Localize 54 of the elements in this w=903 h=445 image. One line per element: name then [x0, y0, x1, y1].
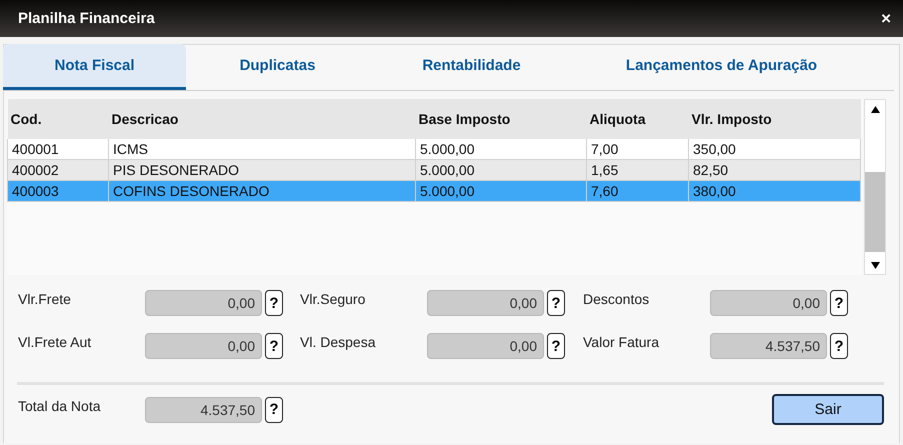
table-cell: COFINS DESONERADO: [108, 180, 416, 202]
table-cell: 400003: [8, 180, 108, 202]
scroll-up-icon[interactable]: [870, 106, 880, 112]
column-header: Descricao: [108, 99, 416, 139]
table-cell: 7,00: [586, 139, 688, 160]
table-cell: 5.000,00: [416, 139, 586, 160]
field-label: Vlr.Seguro: [300, 290, 366, 307]
help-button[interactable]: ?: [265, 290, 283, 316]
input-field[interactable]: 0,00: [710, 290, 827, 316]
tab[interactable]: Lançamentos de Apuração: [574, 44, 869, 90]
table-cell: 400001: [8, 139, 108, 160]
input-field[interactable]: 4.537,50: [145, 396, 262, 422]
help-button[interactable]: ?: [830, 290, 848, 316]
help-button[interactable]: ?: [830, 333, 848, 359]
tab[interactable]: Nota Fiscal: [3, 44, 186, 90]
field-label: Vl. Despesa: [300, 333, 376, 350]
table-cell: 400002: [8, 160, 108, 180]
help-button[interactable]: ?: [547, 290, 565, 316]
scroll-down-icon[interactable]: [870, 262, 880, 268]
input-field[interactable]: 0,00: [145, 333, 262, 359]
table-cell: 350,00: [688, 139, 860, 160]
field-label: Vlr.Frete: [18, 290, 72, 307]
column-header: Aliquota: [586, 99, 688, 139]
tab[interactable]: Rentabilidade: [369, 44, 574, 90]
field-label: Total da Nota: [18, 396, 102, 414]
table-cell: PIS DESONERADO: [108, 160, 416, 180]
table-cell: 82,50: [688, 160, 860, 180]
table-row[interactable]: 400001 ICMS 5.000,00 7,00 350,00: [8, 139, 860, 160]
field-label: Valor Fatura: [583, 333, 660, 350]
column-header: Cod.: [8, 99, 108, 139]
field-label: Descontos: [583, 290, 650, 307]
table-cell: 1,65: [586, 160, 688, 180]
help-button[interactable]: ?: [547, 333, 565, 359]
table-cell: ICMS: [108, 139, 416, 160]
column-header: Base Imposto: [416, 99, 586, 139]
exit-button[interactable]: Sair: [772, 394, 884, 425]
help-button[interactable]: ?: [265, 333, 283, 359]
table-cell: 380,00: [688, 180, 860, 202]
field-label: Vl.Frete Aut: [18, 333, 92, 350]
close-button[interactable]: ×: [881, 8, 891, 28]
column-header: Vlr. Imposto: [688, 99, 860, 139]
table-cell: 5.000,00: [416, 160, 586, 180]
input-field[interactable]: 0,00: [145, 290, 262, 316]
scrollbar[interactable]: [864, 99, 886, 275]
tab[interactable]: Duplicatas: [186, 44, 369, 90]
input-field[interactable]: 4.537,50: [710, 333, 827, 359]
window-title: Planilha Financeira: [18, 10, 155, 27]
table-cell: 7,60: [586, 180, 688, 202]
table-row[interactable]: 400002 PIS DESONERADO 5.000,00 1,65 82,50: [8, 160, 860, 180]
input-field[interactable]: 0,00: [427, 333, 544, 359]
table-row[interactable]: 400003 COFINS DESONERADO 5.000,00 7,60 380,00: [8, 180, 860, 202]
input-field[interactable]: 0,00: [427, 290, 544, 316]
table-cell: 5.000,00: [416, 180, 586, 202]
help-button[interactable]: ?: [265, 396, 283, 422]
